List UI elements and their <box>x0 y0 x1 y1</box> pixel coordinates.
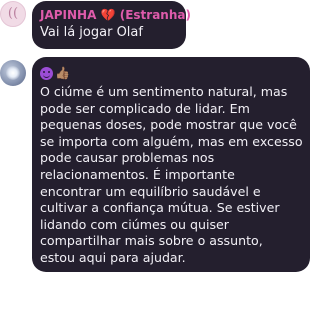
avatar-sparkle-icon <box>6 66 20 80</box>
sender-tag: (Estranha) <box>119 8 191 22</box>
reply-text-line: pequenas doses, pode mostrar que você <box>40 117 297 133</box>
reply-text-line: O ciúme é um sentimento natural, mas <box>40 84 288 99</box>
broken-heart-icon: 💔 <box>100 8 116 22</box>
reply-text-line: cultivar a confiança mútua. Se estiver <box>40 200 280 216</box>
reply-text-line: pode ser complicado de lidar. Em <box>40 100 250 116</box>
reply-text-line: se importa com alguém, mas em excesso <box>40 133 303 149</box>
sender-avatar[interactable]: (( <box>0 1 26 27</box>
sender-name: JAPINHA <box>40 8 97 22</box>
thumbs-up-icon: 👍🏽 <box>55 66 70 80</box>
reply-text-line: estou aqui para ajudar. <box>40 249 186 265</box>
bot-avatar[interactable] <box>0 60 26 86</box>
reply-text-line: encontrar um equilíbrio saudável e <box>40 183 261 199</box>
reply-text-line: compartilhar mais sobre o assunto, <box>40 233 263 249</box>
smiling-imp-icon <box>40 66 53 80</box>
sender-name-row[interactable]: JAPINHA 💔 (Estranha) <box>40 7 191 23</box>
emoji-row: 👍🏽 <box>40 65 302 81</box>
reply-text-line: relacionamentos. É importante <box>40 166 235 182</box>
message-text: Vai lá jogar Olaf <box>40 25 143 40</box>
message-bubble-incoming[interactable]: JAPINHA 💔 (Estranha) Vai lá jogar Olaf <box>32 1 191 49</box>
message-bubble-reply[interactable]: 👍🏽 O ciúme é um sentimento natural, mas … <box>32 57 310 272</box>
reply-text-line: lidando com ciúmes ou quiser <box>40 216 229 232</box>
avatar-glyph-icon: (( <box>7 6 19 21</box>
reply-text: O ciúme é um sentimento natural, mas pod… <box>40 84 303 267</box>
reply-text-line: pode causar problemas nos <box>40 150 215 166</box>
